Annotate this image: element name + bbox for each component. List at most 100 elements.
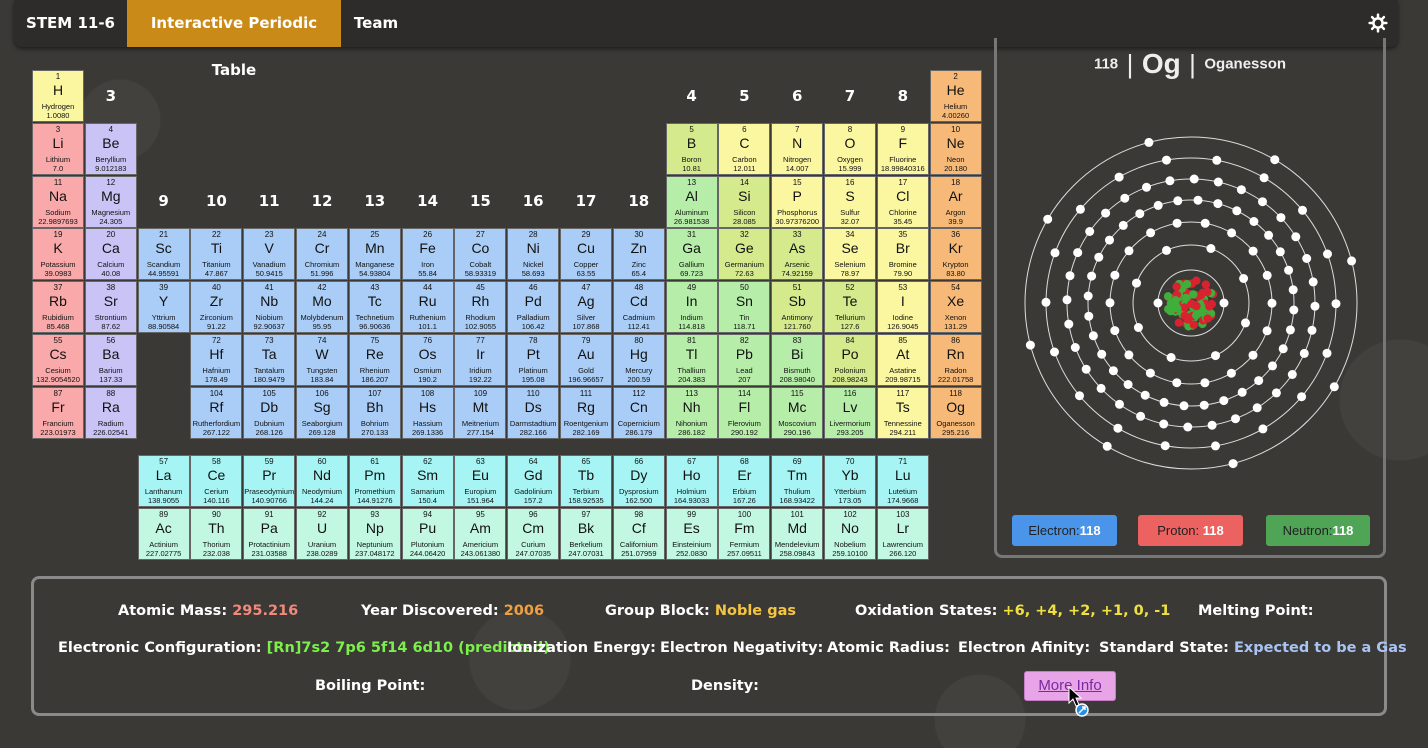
element-cell-cm[interactable]: 96 Cm Curium 247.07035 <box>507 507 560 560</box>
element-cell-xe[interactable]: 54 Xe Xenon 131.29 <box>929 281 982 334</box>
element-cell-th[interactable]: 90 Th Thorium 232.038 <box>190 507 243 560</box>
element-cell-pu[interactable]: 94 Pu Plutonium 244.06420 <box>401 507 454 560</box>
element-cell-cd[interactable]: 48 Cd Cadmium 112.41 <box>612 281 665 334</box>
element-cell-sc[interactable]: 21 Sc Scandium 44.95591 <box>137 228 190 281</box>
element-cell-na[interactable]: 11 Na Sodium 22.9897693 <box>32 175 84 228</box>
element-cell-he[interactable]: 2 He Helium 4.00260 <box>929 70 982 122</box>
element-cell-er[interactable]: 68 Er Erbium 167.26 <box>718 455 771 507</box>
element-cell-np[interactable]: 93 Np Neptunium 237.048172 <box>348 507 401 560</box>
element-cell-os[interactable]: 76 Os Osmium 190.2 <box>401 334 454 386</box>
element-cell-lr[interactable]: 103 Lr Lawrencium 266.120 <box>876 507 929 560</box>
element-cell-nb[interactable]: 41 Nb Niobium 92.90637 <box>243 281 296 334</box>
element-cell-sr[interactable]: 38 Sr Strontium 87.62 <box>84 281 137 334</box>
element-cell-ts[interactable]: 117 Ts Tennessine 294.211 <box>876 386 929 439</box>
element-cell-s[interactable]: 16 S Sulfur 32.07 <box>824 175 876 228</box>
element-cell-au[interactable]: 79 Au Gold 196.96657 <box>560 334 612 386</box>
element-cell-sb[interactable]: 51 Sb Antimony 121.760 <box>771 281 824 334</box>
element-cell-al[interactable]: 13 Al Aluminum 26.981538 <box>665 175 718 228</box>
element-cell-b[interactable]: 5 B Boron 10.81 <box>665 122 718 175</box>
element-cell-as[interactable]: 33 As Arsenic 74.92159 <box>771 228 824 281</box>
element-cell-zr[interactable]: 40 Zr Zirconium 91.22 <box>190 281 243 334</box>
element-cell-bk[interactable]: 97 Bk Berkelium 247.07031 <box>560 507 612 560</box>
element-cell-o[interactable]: 8 O Oxygen 15.999 <box>824 122 876 175</box>
element-cell-mo[interactable]: 42 Mo Molybdenum 95.95 <box>296 281 348 334</box>
element-cell-br[interactable]: 35 Br Bromine 79.90 <box>876 228 929 281</box>
element-cell-pd[interactable]: 46 Pd Palladium 106.42 <box>507 281 560 334</box>
element-cell-rf[interactable]: 104 Rf Rutherfordium 267.122 <box>190 386 243 439</box>
element-cell-ca[interactable]: 20 Ca Calcium 40.08 <box>84 228 137 281</box>
element-cell-pm[interactable]: 61 Pm Promethium 144.91276 <box>348 455 401 507</box>
element-cell-c[interactable]: 6 C Carbon 12.011 <box>718 122 771 175</box>
element-cell-rn[interactable]: 86 Rn Radon 222.01758 <box>929 334 982 386</box>
element-cell-tm[interactable]: 69 Tm Thulium 168.93422 <box>771 455 824 507</box>
element-cell-cs[interactable]: 55 Cs Cesium 132.9054520 <box>32 334 84 386</box>
element-cell-fl[interactable]: 114 Fl Flerovium 290.192 <box>718 386 771 439</box>
element-cell-dy[interactable]: 66 Dy Dysprosium 162.500 <box>612 455 665 507</box>
element-cell-zn[interactable]: 30 Zn Zinc 65.4 <box>612 228 665 281</box>
element-cell-p[interactable]: 15 P Phosphorus 30.97376200 <box>771 175 824 228</box>
element-cell-co[interactable]: 27 Co Cobalt 58.93319 <box>454 228 507 281</box>
element-cell-la[interactable]: 57 La Lanthanum 138.9055 <box>137 455 190 507</box>
element-cell-ru[interactable]: 44 Ru Ruthenium 101.1 <box>401 281 454 334</box>
element-cell-w[interactable]: 74 W Tungsten 183.84 <box>296 334 348 386</box>
element-cell-cf[interactable]: 98 Cf Californium 251.07959 <box>612 507 665 560</box>
element-cell-mn[interactable]: 25 Mn Manganese 54.93804 <box>348 228 401 281</box>
element-cell-tc[interactable]: 43 Tc Technetium 96.90636 <box>348 281 401 334</box>
element-cell-fm[interactable]: 100 Fm Fermium 257.09511 <box>718 507 771 560</box>
element-cell-y[interactable]: 39 Y Yttrium 88.90584 <box>137 281 190 334</box>
element-cell-v[interactable]: 23 V Vanadium 50.9415 <box>243 228 296 281</box>
element-cell-re[interactable]: 75 Re Rhenium 186.207 <box>348 334 401 386</box>
element-cell-cl[interactable]: 17 Cl Chlorine 35.45 <box>876 175 929 228</box>
element-cell-u[interactable]: 92 U Uranium 238.0289 <box>296 507 348 560</box>
element-cell-si[interactable]: 14 Si Silicon 28.085 <box>718 175 771 228</box>
element-cell-mt[interactable]: 109 Mt Meitnerium 277.154 <box>454 386 507 439</box>
element-cell-pb[interactable]: 82 Pb Lead 207 <box>718 334 771 386</box>
element-cell-rb[interactable]: 37 Rb Rubidium 85.468 <box>32 281 84 334</box>
element-cell-h[interactable]: 1 H Hydrogen 1.0080 <box>32 70 84 122</box>
element-cell-ho[interactable]: 67 Ho Holmium 164.93033 <box>665 455 718 507</box>
element-cell-ar[interactable]: 18 Ar Argon 39.9 <box>929 175 982 228</box>
element-cell-fr[interactable]: 87 Fr Francium 223.01973 <box>32 386 84 439</box>
element-cell-ti[interactable]: 22 Ti Titanium 47.867 <box>190 228 243 281</box>
element-cell-nh[interactable]: 113 Nh Nihonium 286.182 <box>665 386 718 439</box>
element-cell-po[interactable]: 84 Po Polonium 208.98243 <box>824 334 876 386</box>
element-cell-ba[interactable]: 56 Ba Barium 137.33 <box>84 334 137 386</box>
element-cell-pr[interactable]: 59 Pr Praseodymium 140.90766 <box>243 455 296 507</box>
element-cell-se[interactable]: 34 Se Selenium 78.97 <box>824 228 876 281</box>
element-cell-hf[interactable]: 72 Hf Hafnium 178.49 <box>190 334 243 386</box>
element-cell-nd[interactable]: 60 Nd Neodymium 144.24 <box>296 455 348 507</box>
element-cell-f[interactable]: 9 F Fluorine 18.99840316 <box>876 122 929 175</box>
element-cell-rg[interactable]: 111 Rg Roentgenium 282.169 <box>560 386 612 439</box>
element-cell-ce[interactable]: 58 Ce Cerium 140.116 <box>190 455 243 507</box>
element-cell-li[interactable]: 3 Li Lithium 7.0 <box>32 122 84 175</box>
element-cell-tb[interactable]: 65 Tb Terbium 158.92535 <box>560 455 612 507</box>
element-cell-mc[interactable]: 115 Mc Moscovium 290.196 <box>771 386 824 439</box>
element-cell-ga[interactable]: 31 Ga Gallium 69.723 <box>665 228 718 281</box>
element-cell-ir[interactable]: 77 Ir Iridium 192.22 <box>454 334 507 386</box>
element-cell-ac[interactable]: 89 Ac Actinium 227.02775 <box>137 507 190 560</box>
element-cell-fe[interactable]: 26 Fe Iron 55.84 <box>401 228 454 281</box>
element-cell-eu[interactable]: 63 Eu Europium 151.964 <box>454 455 507 507</box>
element-cell-md[interactable]: 101 Md Mendelevium 258.09843 <box>771 507 824 560</box>
element-cell-ne[interactable]: 10 Ne Neon 20.180 <box>929 122 982 175</box>
element-cell-ni[interactable]: 28 Ni Nickel 58.693 <box>507 228 560 281</box>
element-cell-cu[interactable]: 29 Cu Copper 63.55 <box>560 228 612 281</box>
element-cell-no[interactable]: 102 No Nobelium 259.10100 <box>824 507 876 560</box>
element-cell-ds[interactable]: 110 Ds Darmstadtium 282.166 <box>507 386 560 439</box>
element-cell-bh[interactable]: 107 Bh Bohrium 270.133 <box>348 386 401 439</box>
element-cell-pa[interactable]: 91 Pa Protactinium 231.03588 <box>243 507 296 560</box>
element-cell-pt[interactable]: 78 Pt Platinum 195.08 <box>507 334 560 386</box>
element-cell-hg[interactable]: 80 Hg Mercury 200.59 <box>612 334 665 386</box>
element-cell-sm[interactable]: 62 Sm Samarium 150.4 <box>401 455 454 507</box>
element-cell-ag[interactable]: 47 Ag Silver 107.868 <box>560 281 612 334</box>
element-cell-db[interactable]: 105 Db Dubnium 268.126 <box>243 386 296 439</box>
element-cell-k[interactable]: 19 K Potassium 39.0983 <box>32 228 84 281</box>
element-cell-lv[interactable]: 116 Lv Livermorium 293.205 <box>824 386 876 439</box>
element-cell-am[interactable]: 95 Am Americium 243.061380 <box>454 507 507 560</box>
element-cell-cr[interactable]: 24 Cr Chromium 51.996 <box>296 228 348 281</box>
element-cell-gd[interactable]: 64 Gd Gadolinium 157.2 <box>507 455 560 507</box>
element-cell-in[interactable]: 49 In Indium 114.818 <box>665 281 718 334</box>
gear-icon[interactable] <box>1368 13 1388 33</box>
element-cell-lu[interactable]: 71 Lu Lutetium 174.9668 <box>876 455 929 507</box>
element-cell-ge[interactable]: 32 Ge Germanium 72.63 <box>718 228 771 281</box>
